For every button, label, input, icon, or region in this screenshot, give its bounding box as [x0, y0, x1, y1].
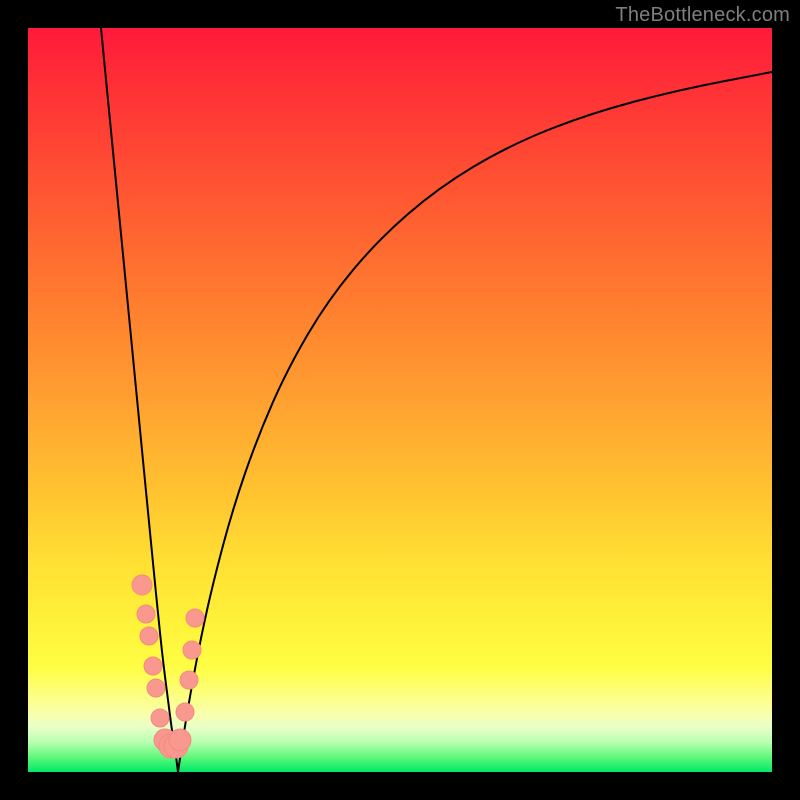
marker-dot	[151, 709, 169, 727]
marker-dot	[186, 609, 204, 627]
marker-group	[132, 575, 204, 758]
curve-right-branch	[178, 72, 772, 772]
marker-dot	[144, 657, 162, 675]
marker-dot	[137, 605, 155, 623]
chart-frame: TheBottleneck.com	[0, 0, 800, 800]
marker-dot	[147, 679, 165, 697]
marker-dot	[132, 575, 152, 595]
curves-layer	[28, 28, 772, 772]
marker-dot	[183, 641, 201, 659]
curve-left-branch	[101, 28, 178, 772]
marker-dot	[180, 671, 198, 689]
marker-dot	[140, 627, 158, 645]
plot-area	[28, 28, 772, 772]
marker-dot	[169, 729, 191, 751]
watermark-text: TheBottleneck.com	[615, 4, 790, 27]
marker-dot	[176, 703, 194, 721]
